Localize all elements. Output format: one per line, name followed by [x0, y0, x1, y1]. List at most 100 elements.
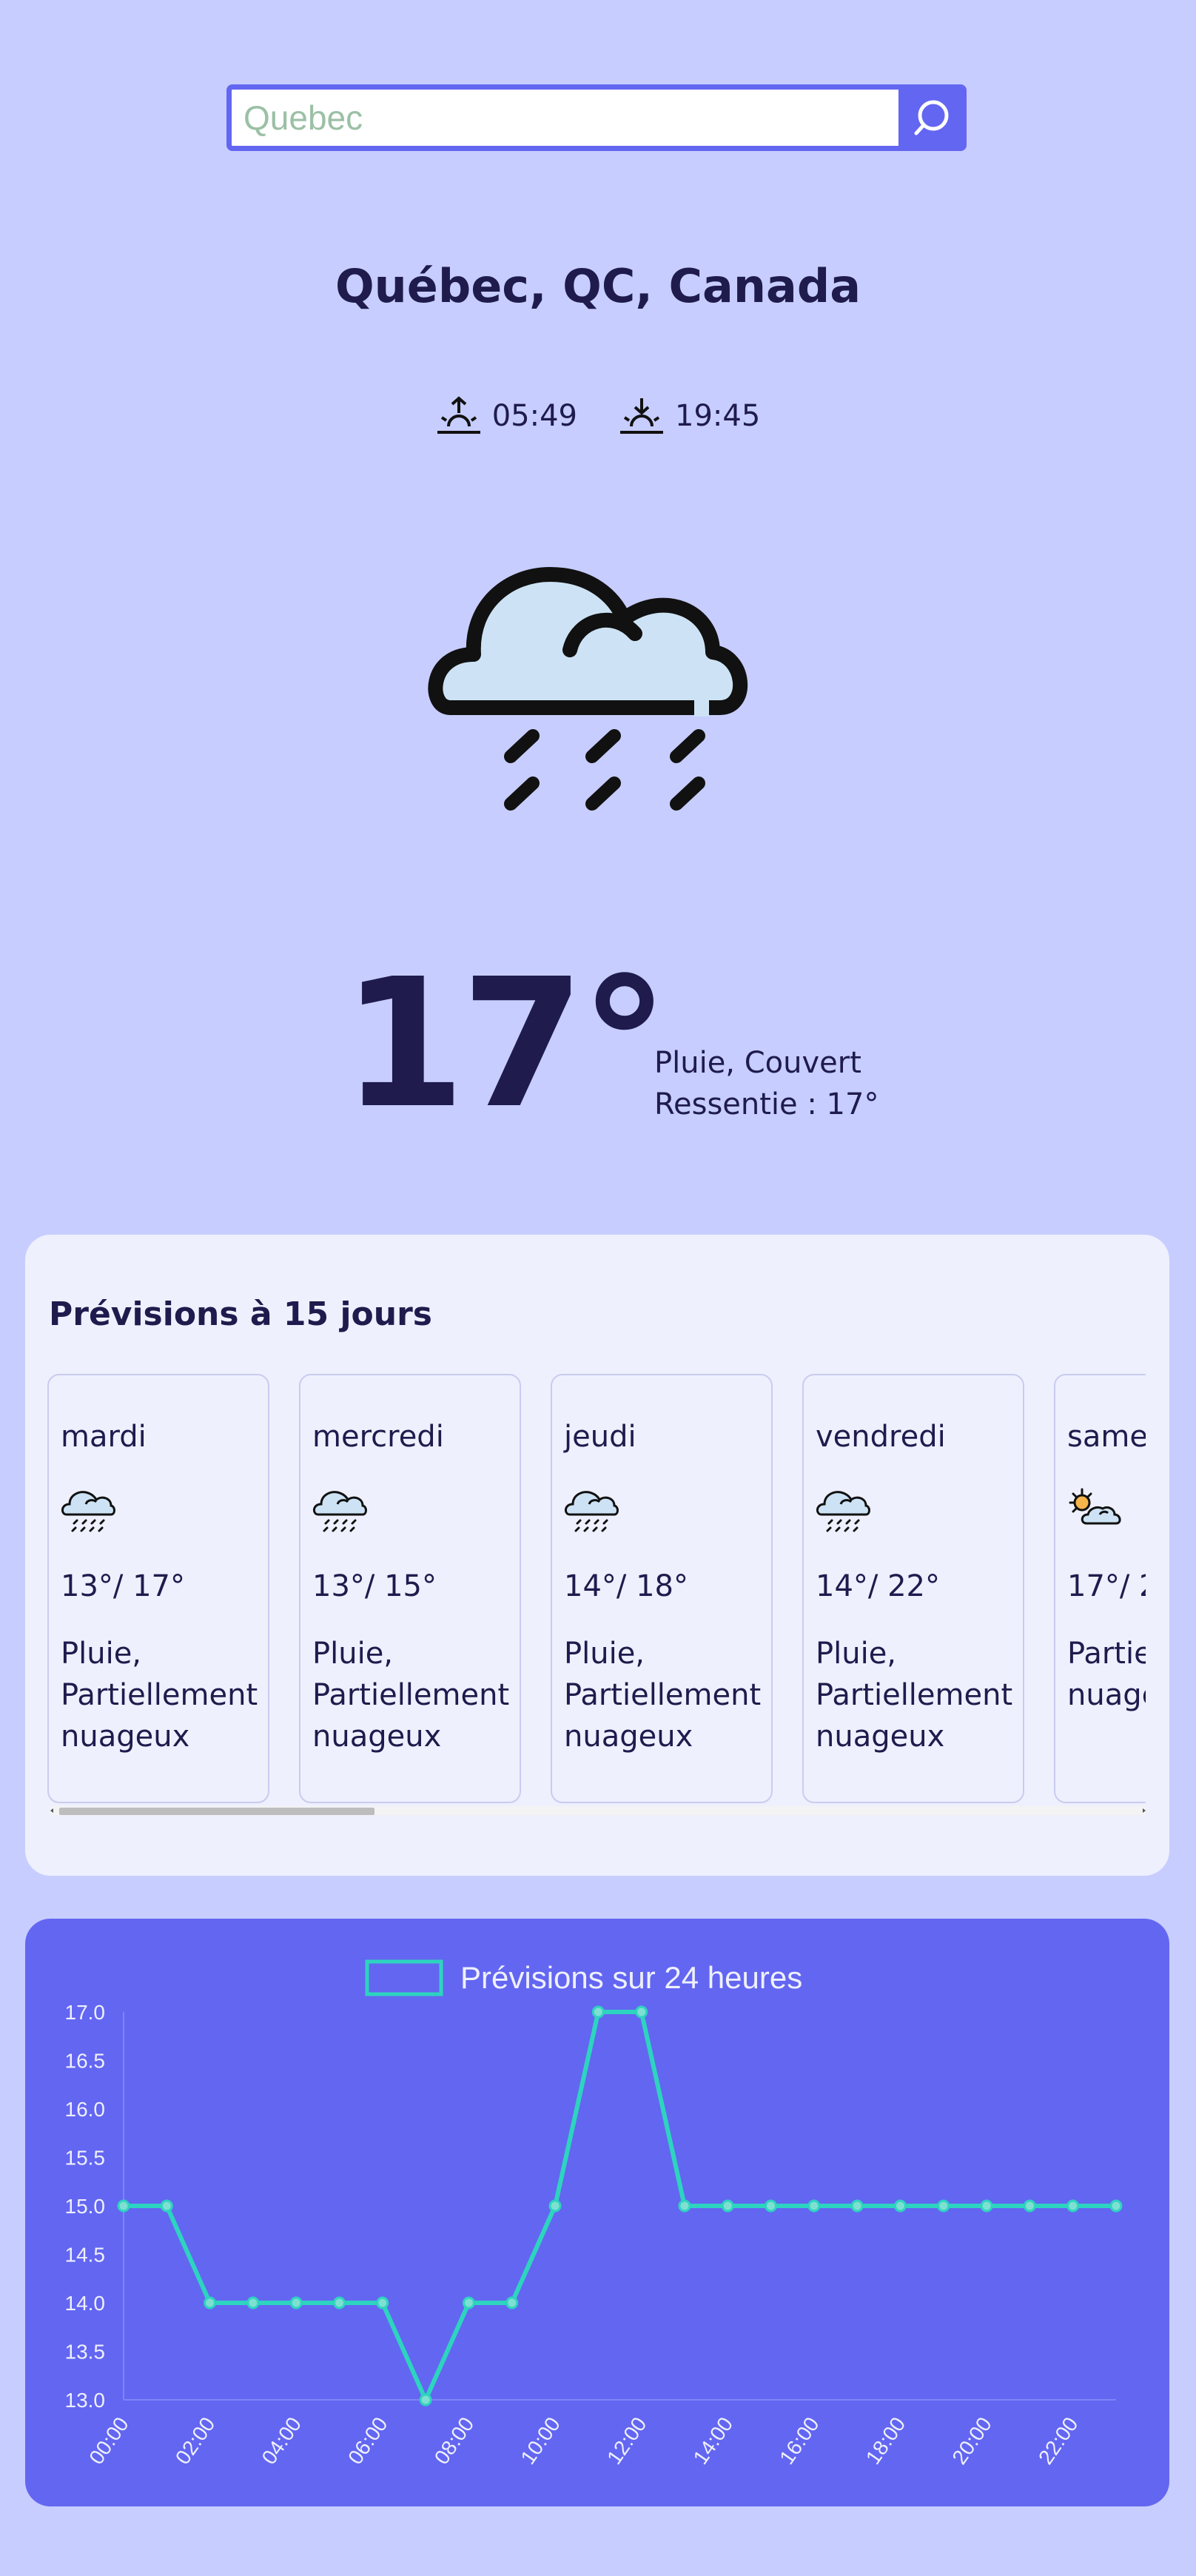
hourly-chart-card: Prévisions sur 24 heures 17.0 16.5 16.0 15.5… — [25, 1919, 1169, 2506]
forecast-scroll-area[interactable]: mardi 13°/ 17° Pluie, Partiellement nuag… — [47, 1374, 1146, 1811]
day-name: mardi — [61, 1420, 147, 1454]
current-temperature: 17° — [342, 940, 669, 1147]
sunset-icon — [620, 398, 663, 434]
feels-like-text: Ressentie : 17° — [654, 1087, 879, 1121]
forecast-day: samedi 17°/ 2 Partiellement nuageux — [1054, 1374, 1146, 1803]
data-point — [462, 2296, 475, 2310]
condition-text: Pluie, Couvert — [654, 1046, 861, 1080]
day-description: Partiellement nuageux — [1067, 1637, 1146, 1712]
scroll-left-arrow[interactable] — [50, 1808, 53, 1813]
search-button[interactable] — [898, 84, 967, 151]
series-line — [124, 2010, 1116, 2402]
data-point — [246, 2296, 260, 2310]
x-tick-label: 16:00 — [775, 2413, 824, 2469]
day-description: Pluie, Partiellement nuageux — [816, 1637, 1013, 1754]
scrollbar-thumb[interactable] — [59, 1808, 374, 1815]
data-point — [1023, 2199, 1036, 2213]
data-point — [376, 2296, 389, 2310]
data-point — [117, 2199, 130, 2213]
data-point — [850, 2199, 864, 2213]
day-description: Pluie, Partiellement nuageux — [61, 1637, 258, 1754]
day-description: Pluie, Partiellement nuageux — [312, 1637, 510, 1754]
location-title: Québec, QC, Canada — [335, 259, 861, 313]
day-temperature-range: 17°/ 2 — [1067, 1569, 1146, 1603]
day-temperature-range: 14°/ 18° — [564, 1569, 688, 1603]
y-tick-label: 16.5 — [65, 2050, 106, 2073]
legend-swatch — [365, 1959, 443, 1996]
cloud-rain-icon — [428, 567, 748, 811]
forecast-title: Prévisions à 15 jours — [49, 1295, 432, 1333]
forecast-days: mardi 13°/ 17° Pluie, Partiellement nuag… — [47, 1374, 1146, 1803]
sunset-time: 19:45 — [675, 399, 761, 433]
x-tick-label: 02:00 — [171, 2413, 220, 2469]
data-point — [204, 2296, 217, 2310]
y-tick-label: 15.5 — [65, 2147, 106, 2170]
data-point — [635, 2005, 648, 2019]
day-description: Pluie, Partiellement nuageux — [564, 1637, 762, 1754]
search-icon — [914, 100, 949, 135]
data-point — [419, 2393, 432, 2406]
data-point — [721, 2199, 734, 2213]
day-name: samedi — [1067, 1420, 1146, 1454]
current-conditions: Pluie, Couvert Ressentie : 17° — [654, 1042, 878, 1125]
cloud-rain-icon — [816, 1491, 870, 1532]
scroll-right-arrow[interactable] — [1143, 1808, 1146, 1813]
forecast-card: Prévisions à 15 jours mardi 13°/ 17° Plu… — [25, 1235, 1169, 1876]
data-point — [333, 2296, 346, 2310]
data-point — [765, 2199, 778, 2213]
x-tick-label: 14:00 — [689, 2413, 738, 2469]
forecast-scrollbar[interactable] — [50, 1806, 1146, 1815]
x-tick-label: 08:00 — [430, 2413, 479, 2469]
sunset: 19:45 — [619, 395, 760, 437]
cloud-rain-icon — [61, 1491, 115, 1532]
hourly-chart: Prévisions sur 24 heures 17.0 16.5 16.0 15.5… — [65, 1959, 1123, 2469]
x-tick-label: 12:00 — [602, 2413, 651, 2469]
data-point — [980, 2199, 993, 2213]
forecast-day: mardi 13°/ 17° Pluie, Partiellement nuag… — [47, 1374, 269, 1803]
forecast-day: mercredi 13°/ 15° Pluie, Partiellement n… — [299, 1374, 521, 1803]
sun-times: 05:49 19:45 — [0, 395, 1196, 437]
x-tick-label: 00:00 — [84, 2413, 133, 2469]
day-temperature-range: 13°/ 17° — [61, 1569, 185, 1603]
y-tick-label: 15.0 — [65, 2195, 106, 2218]
day-temperature-range: 14°/ 22° — [816, 1569, 940, 1603]
cloud-rain-icon — [313, 1491, 367, 1532]
data-point — [807, 2199, 821, 2213]
y-tick-label: 14.5 — [65, 2244, 106, 2267]
x-tick-label: 06:00 — [343, 2413, 392, 2469]
forecast-day: jeudi 14°/ 18° Pluie, Partiellement nuag… — [551, 1374, 773, 1803]
y-tick-label: 16.0 — [65, 2098, 106, 2121]
data-point — [893, 2199, 907, 2213]
data-point — [678, 2199, 691, 2213]
day-name: jeudi — [564, 1420, 636, 1454]
x-tick-label: 10:00 — [516, 2413, 565, 2469]
data-point — [548, 2199, 562, 2213]
x-tick-label: 04:00 — [258, 2413, 306, 2469]
day-temperature-range: 13°/ 15° — [312, 1569, 437, 1603]
search-bar — [226, 84, 967, 151]
data-point — [1109, 2199, 1123, 2213]
data-point — [1066, 2199, 1080, 2213]
cloud-rain-icon — [565, 1491, 619, 1532]
x-tick-label: 20:00 — [947, 2413, 996, 2469]
x-tick-label: 18:00 — [861, 2413, 910, 2469]
data-point — [505, 2296, 519, 2310]
data-point — [160, 2199, 173, 2213]
data-point — [289, 2296, 303, 2310]
day-name: mercredi — [312, 1420, 444, 1454]
day-name: vendredi — [816, 1420, 946, 1454]
search-input[interactable] — [226, 84, 898, 151]
legend-label: Prévisions sur 24 heures — [460, 1960, 802, 1995]
sunrise: 05:49 — [436, 395, 577, 437]
y-tick-label: 13.5 — [65, 2341, 106, 2364]
partly-cloudy-icon — [1069, 1488, 1121, 1525]
y-tick-label: 14.0 — [65, 2292, 106, 2315]
y-tick-label: 17.0 — [65, 2001, 106, 2024]
data-point — [591, 2005, 605, 2019]
y-tick-label: 13.0 — [65, 2389, 106, 2412]
x-tick-label: 22:00 — [1034, 2413, 1083, 2469]
forecast-day: vendredi 14°/ 22° Pluie, Partiellement n… — [802, 1374, 1024, 1803]
data-point — [937, 2199, 950, 2213]
sunrise-time: 05:49 — [491, 399, 577, 433]
sunrise-icon — [437, 396, 480, 434]
